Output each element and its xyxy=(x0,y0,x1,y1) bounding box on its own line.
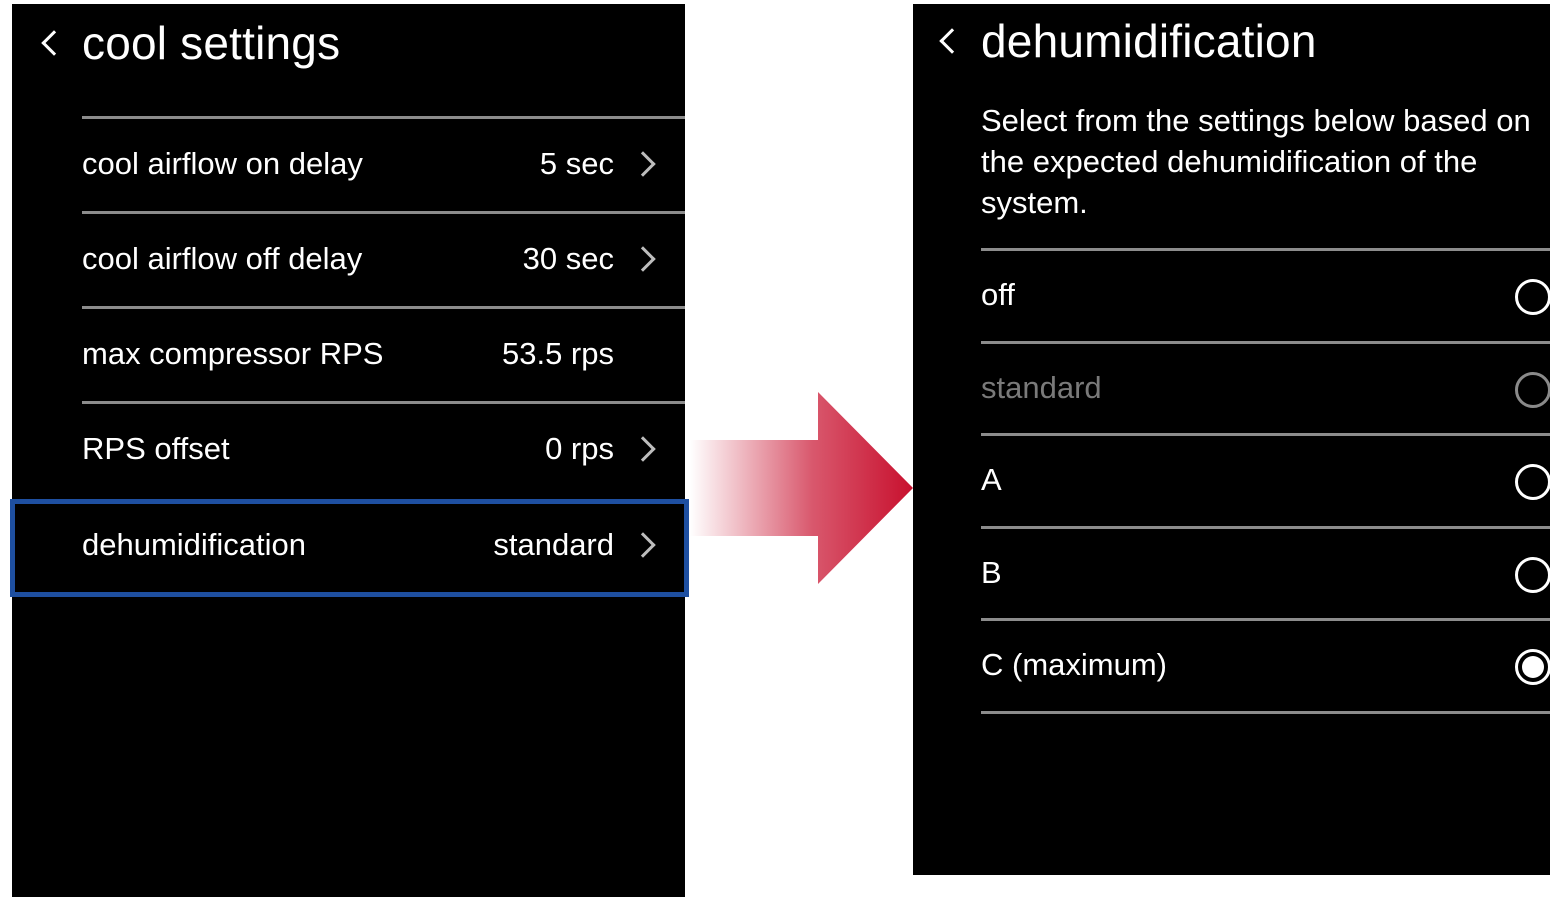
option-label: off xyxy=(981,277,1015,312)
option-standard[interactable]: standard xyxy=(913,344,1550,434)
setting-value: 30 sec xyxy=(522,241,614,276)
dehumidification-screen: dehumidification Select from the setting… xyxy=(913,4,1550,875)
option-off[interactable]: off xyxy=(913,251,1550,341)
cool-settings-screen: cool settings cool airflow on delay 5 se… xyxy=(12,4,685,897)
option-label: C (maximum) xyxy=(981,647,1167,682)
setting-row-cool-airflow-on-delay[interactable]: cool airflow on delay 5 sec xyxy=(12,119,685,211)
arrow-right-icon xyxy=(690,392,913,584)
radio-selected-icon[interactable] xyxy=(1515,649,1550,685)
setting-value: 0 rps xyxy=(545,431,614,466)
radio-icon[interactable] xyxy=(1515,464,1550,500)
setting-label: cool airflow on delay xyxy=(82,146,363,181)
chevron-right-icon xyxy=(630,246,656,272)
setting-row-max-compressor-rps: max compressor RPS 53.5 rps xyxy=(12,309,685,401)
setting-row-cool-airflow-off-delay[interactable]: cool airflow off delay 30 sec xyxy=(12,214,685,306)
setting-label: max compressor RPS xyxy=(82,336,384,371)
highlight-box xyxy=(10,499,689,597)
radio-icon[interactable] xyxy=(1515,279,1550,315)
setting-label: RPS offset xyxy=(82,431,230,466)
setting-value: 5 sec xyxy=(539,146,614,181)
back-chevron-icon[interactable] xyxy=(41,30,67,56)
setting-row-rps-offset[interactable]: RPS offset 0 rps xyxy=(12,404,685,496)
chevron-right-icon xyxy=(630,436,656,462)
setting-value: 53.5 rps xyxy=(501,336,614,371)
option-c-maximum[interactable]: C (maximum) xyxy=(913,621,1550,711)
back-chevron-icon[interactable] xyxy=(939,28,965,54)
option-label: B xyxy=(981,555,1002,590)
setting-label: cool airflow off delay xyxy=(82,241,363,276)
page-title: cool settings xyxy=(82,17,341,69)
description-text: Select from the settings below based on … xyxy=(981,103,1531,220)
radio-icon[interactable] xyxy=(1515,557,1550,593)
radio-icon[interactable] xyxy=(1515,372,1550,408)
option-a[interactable]: A xyxy=(913,436,1550,526)
option-label: standard xyxy=(981,370,1102,405)
page-title: dehumidification xyxy=(981,15,1317,67)
option-label: A xyxy=(981,462,1002,497)
chevron-right-icon xyxy=(630,151,656,177)
divider xyxy=(981,711,1550,714)
option-b[interactable]: B xyxy=(913,529,1550,619)
